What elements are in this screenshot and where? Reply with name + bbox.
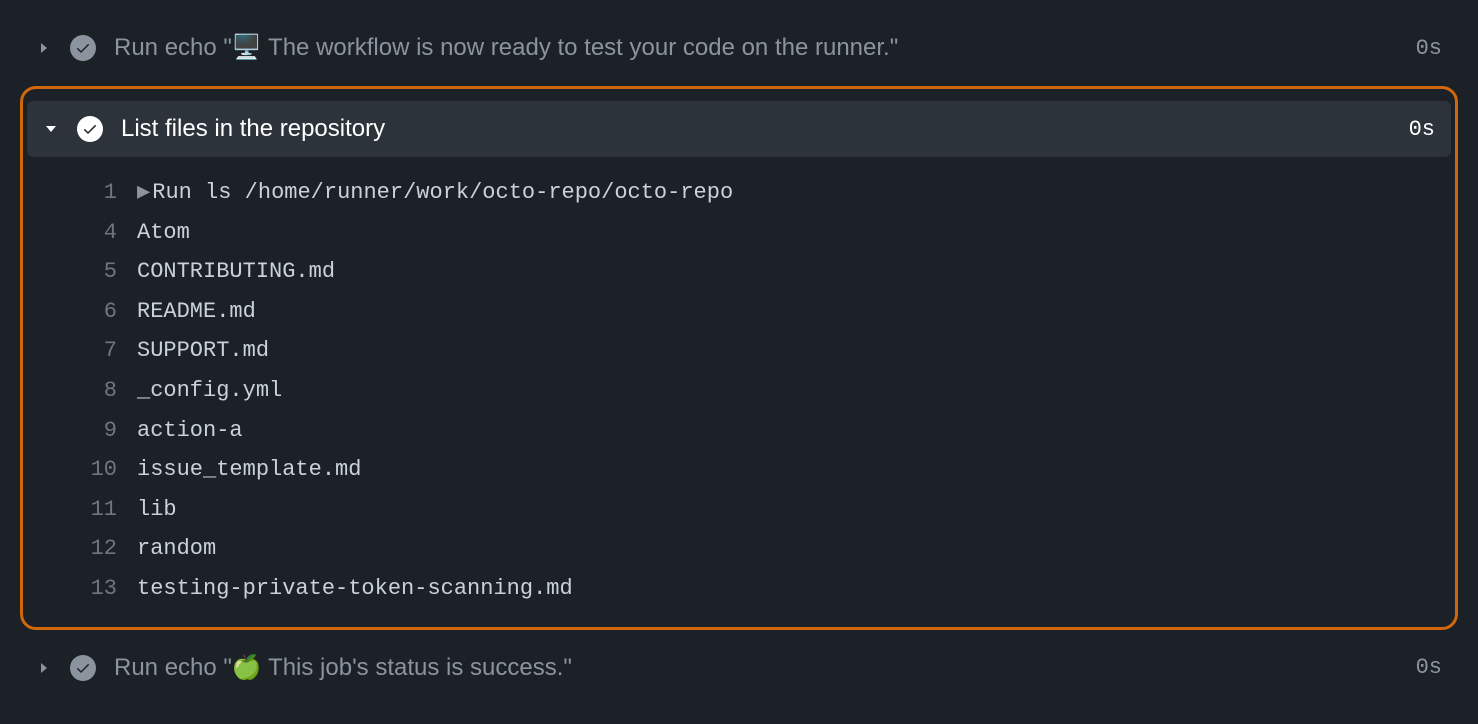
check-circle-icon (70, 655, 96, 681)
log-line[interactable]: 4 Atom (67, 213, 1451, 253)
log-line[interactable]: 6 README.md (67, 292, 1451, 332)
line-content: _config.yml (137, 371, 1451, 411)
line-content: CONTRIBUTING.md (137, 252, 1451, 292)
chevron-right-icon (36, 660, 52, 676)
line-number: 13 (67, 569, 137, 609)
step-duration: 0s (1416, 32, 1442, 65)
check-circle-icon (70, 35, 96, 61)
log-line[interactable]: 7 SUPPORT.md (67, 331, 1451, 371)
line-number: 9 (67, 411, 137, 451)
step-duration: 0s (1409, 113, 1435, 146)
line-content: ▶Run ls /home/runner/work/octo-repo/octo… (137, 173, 1451, 213)
log-line[interactable]: 11 lib (67, 490, 1451, 530)
line-number: 11 (67, 490, 137, 530)
line-number: 8 (67, 371, 137, 411)
line-number: 12 (67, 529, 137, 569)
chevron-down-icon (43, 121, 59, 137)
line-number: 7 (67, 331, 137, 371)
line-number: 5 (67, 252, 137, 292)
line-content: lib (137, 490, 1451, 530)
log-line[interactable]: 8 _config.yml (67, 371, 1451, 411)
workflow-step-row[interactable]: Run echo "🍏 This job's status is success… (20, 640, 1458, 696)
line-number: 4 (67, 213, 137, 253)
log-line[interactable]: 9 action-a (67, 411, 1451, 451)
line-content: Atom (137, 213, 1451, 253)
line-content: SUPPORT.md (137, 331, 1451, 371)
log-line[interactable]: 5 CONTRIBUTING.md (67, 252, 1451, 292)
step-title: Run echo "🍏 This job's status is success… (114, 650, 1398, 686)
step-duration: 0s (1416, 651, 1442, 684)
collapse-triangle-icon[interactable]: ▶ (137, 180, 150, 205)
line-content: random (137, 529, 1451, 569)
chevron-right-icon (36, 40, 52, 56)
line-content: README.md (137, 292, 1451, 332)
log-line[interactable]: 10 issue_template.md (67, 450, 1451, 490)
log-line[interactable]: 12 random (67, 529, 1451, 569)
line-number: 10 (67, 450, 137, 490)
check-circle-icon (77, 116, 103, 142)
log-output: 1 ▶Run ls /home/runner/work/octo-repo/oc… (27, 157, 1451, 609)
line-number: 1 (67, 173, 137, 213)
step-title: List files in the repository (121, 111, 1391, 147)
highlighted-step-container: List files in the repository 0s 1 ▶Run l… (20, 86, 1458, 630)
log-line[interactable]: 13 testing-private-token-scanning.md (67, 569, 1451, 609)
workflow-step-row[interactable]: Run echo "🖥️ The workflow is now ready t… (20, 20, 1458, 76)
step-title: Run echo "🖥️ The workflow is now ready t… (114, 30, 1398, 66)
workflow-step-row[interactable]: List files in the repository 0s (27, 101, 1451, 157)
line-content: testing-private-token-scanning.md (137, 569, 1451, 609)
line-content: issue_template.md (137, 450, 1451, 490)
line-number: 6 (67, 292, 137, 332)
log-line[interactable]: 1 ▶Run ls /home/runner/work/octo-repo/oc… (67, 173, 1451, 213)
line-content: action-a (137, 411, 1451, 451)
